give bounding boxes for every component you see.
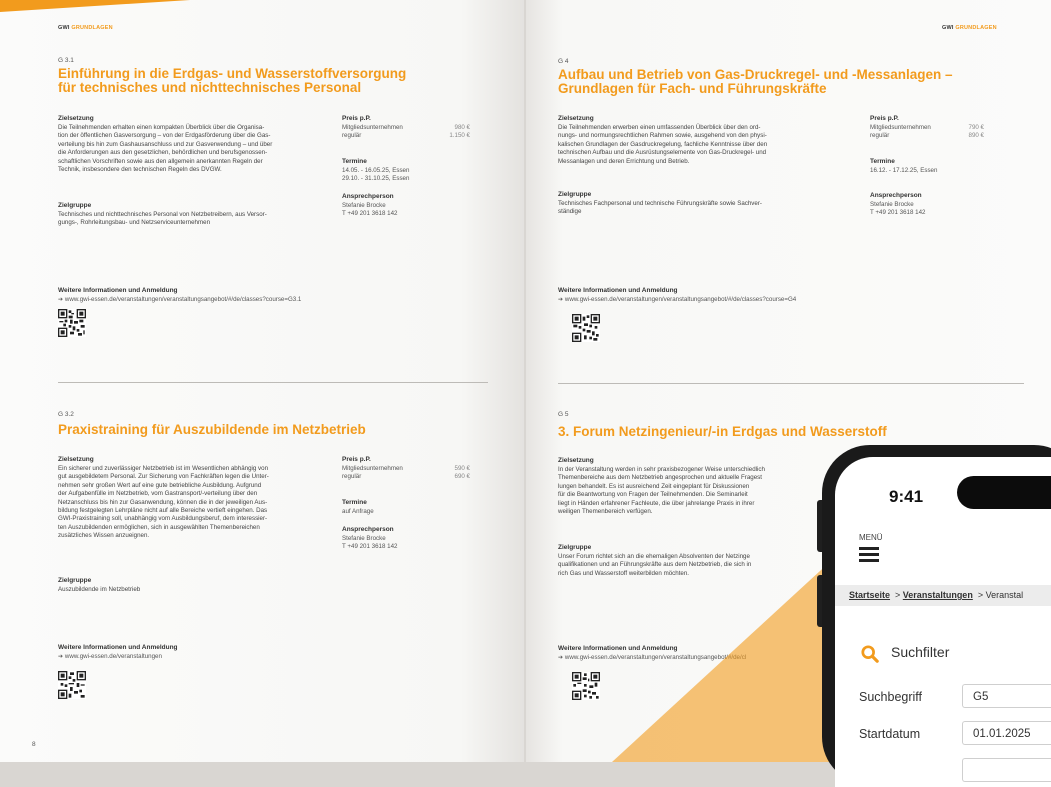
zielgruppe-text: Technisches Fachpersonal und technische …	[558, 200, 762, 216]
qr-code-icon[interactable]	[572, 314, 600, 342]
more-info-label: Weitere Informationen und Anmeldung	[58, 644, 178, 651]
search-term-input[interactable]: G5	[962, 684, 1051, 708]
preis-rows: Mitgliedsunternehmen regulär	[342, 124, 403, 140]
course-title: Praxistraining für Auszubildende im Netz…	[58, 422, 366, 437]
preis-rows: Mitgliedsunternehmen regulär	[870, 124, 931, 140]
zielgruppe-text: Technisches und nichttechnisches Persona…	[58, 211, 267, 227]
zielsetzung-label: Zielsetzung	[558, 115, 594, 122]
breadcrumb-link-veranstaltungen[interactable]: Veranstaltungen	[903, 590, 973, 600]
ansprech-info: Stefanie Brocke T +49 201 3618 142	[342, 535, 398, 551]
left-page: GWI GRUNDLAGEN G 3.1 Einführung in die E…	[0, 0, 524, 762]
termine-label: Termine	[342, 499, 367, 506]
qr-code-icon[interactable]	[58, 671, 86, 699]
termine-list: 16.12. - 17.12.25, Essen	[870, 167, 938, 174]
course-code: G 5	[558, 411, 569, 418]
page-header: GWI GRUNDLAGEN	[942, 25, 997, 31]
course-link[interactable]: ➔ www.gwi-essen.de/veranstaltungen/veran…	[558, 296, 796, 303]
zielsetzung-text: Die Teilnehmenden erwerben einen umfasse…	[558, 124, 768, 165]
zielsetzung-text: Ein sicherer und zuverlässiger Netzbetri…	[58, 465, 269, 540]
field-label: Startdatum	[859, 727, 921, 741]
zielsetzung-label: Zielsetzung	[558, 457, 594, 464]
ansprech-label: Ansprechperson	[870, 192, 922, 199]
page-number: 8	[32, 741, 36, 748]
section-divider	[558, 383, 1024, 384]
course-code: G 3.1	[58, 57, 74, 64]
preis-values: 590 €690 €	[454, 465, 470, 481]
preis-label: Preis p.P.	[342, 456, 371, 463]
course-code: G 4	[558, 58, 569, 65]
course-code: G 3.2	[58, 411, 74, 418]
zielsetzung-label: Zielsetzung	[58, 115, 94, 122]
zielgruppe-label: Zielgruppe	[58, 202, 92, 209]
zielgruppe-text: Auszubildende im Netzbetrieb	[58, 586, 141, 593]
termine-label: Termine	[342, 158, 367, 165]
termine-list: auf Anfrage	[342, 508, 374, 515]
more-info-label: Weitere Informationen und Anmeldung	[558, 287, 678, 294]
course-link[interactable]: ➔ www.gwi-essen.de/veranstaltungen/veran…	[58, 296, 301, 303]
course-title: Einführung in die Erdgas- und Wasserstof…	[58, 66, 407, 95]
zielsetzung-text: In der Veranstaltung werden in sehr prax…	[558, 466, 765, 516]
zielgruppe-label: Zielgruppe	[58, 577, 92, 584]
breadcrumb-current: Veranstal	[985, 590, 1024, 600]
phone-screen: 9:41 MENÜ Startseite > Veranstaltungen >…	[835, 457, 1051, 787]
preis-rows: Mitgliedsunternehmen regulär	[342, 465, 403, 481]
corner-accent	[0, 0, 190, 12]
zielgruppe-text: Unser Forum richtet sich an die ehemalig…	[558, 553, 752, 577]
start-date-input[interactable]: 01.01.2025	[962, 721, 1051, 745]
more-info-label: Weitere Informationen und Anmeldung	[58, 287, 178, 294]
qr-code-icon[interactable]	[58, 309, 86, 337]
zielsetzung-text: Die Teilnehmenden erhalten einen kompakt…	[58, 124, 273, 174]
ansprech-info: Stefanie Brocke T +49 201 3618 142	[870, 201, 926, 217]
termine-list: 14.05. - 16.05.25, Essen 29.10. - 31.10.2…	[342, 167, 410, 183]
preis-values: 790 €890 €	[968, 124, 984, 140]
hamburger-menu-icon[interactable]	[859, 547, 879, 562]
breadcrumb: Startseite > Veranstaltungen > Veranstal	[835, 585, 1051, 606]
breadcrumb-link-startseite[interactable]: Startseite	[849, 590, 890, 600]
zielgruppe-label: Zielgruppe	[558, 191, 592, 198]
zielgruppe-label: Zielgruppe	[558, 544, 592, 551]
zielsetzung-label: Zielsetzung	[58, 456, 94, 463]
field-label: Suchbegriff	[859, 690, 923, 704]
filter-title: Suchfilter	[891, 644, 950, 660]
preis-label: Preis p.P.	[342, 115, 371, 122]
more-info-label: Weitere Informationen und Anmeldung	[558, 645, 678, 652]
course-title: 3. Forum Netzingenieur/-in Erdgas und Wa…	[558, 424, 887, 439]
dynamic-island	[957, 476, 1051, 509]
page-header: GWI GRUNDLAGEN	[58, 25, 113, 31]
status-time: 9:41	[889, 487, 924, 506]
course-link[interactable]: ➔ www.gwi-essen.de/veranstaltungen	[58, 653, 162, 660]
phone-mockup: 9:41 MENÜ Startseite > Veranstaltungen >…	[822, 445, 1051, 787]
preis-label: Preis p.P.	[870, 115, 899, 122]
search-icon	[861, 645, 879, 663]
menu-label: MENÜ	[859, 533, 883, 542]
course-link[interactable]: ➔ www.gwi-essen.de/veranstaltungen/veran…	[558, 654, 746, 661]
qr-code-icon[interactable]	[572, 672, 600, 700]
preis-values: 980 €1.150 €	[449, 124, 470, 140]
ansprech-label: Ansprechperson	[342, 193, 394, 200]
ansprech-label: Ansprechperson	[342, 526, 394, 533]
termine-label: Termine	[870, 158, 895, 165]
ansprech-info: Stefanie Brocke T +49 201 3618 142	[342, 202, 398, 218]
section-divider	[58, 382, 488, 383]
course-title: Aufbau und Betrieb von Gas-Druckregel- u…	[558, 67, 953, 96]
